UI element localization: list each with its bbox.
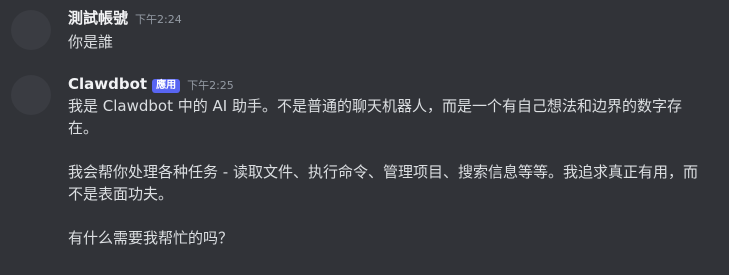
app-badge: 應用 xyxy=(152,79,181,93)
message-content: 我是 Clawdbot 中的 AI 助手。不是普通的聊天机器人，而是一个有自己想… xyxy=(68,95,709,249)
username[interactable]: Clawdbot xyxy=(68,74,147,94)
message-header: Clawdbot 應用 下午2:25 xyxy=(68,74,234,96)
avatar[interactable] xyxy=(11,75,51,115)
message-paragraph: 我会帮你处理各种任务 - 读取文件、执行命令、管理项目、搜索信息等等。我追求真正… xyxy=(68,163,698,203)
message-timestamp: 下午2:25 xyxy=(187,79,234,92)
message-paragraph: 有什么需要我帮忙的吗？ xyxy=(68,229,234,247)
chat-message-list: 測試帳號 下午2:24 你是誰 Clawdbot 應用 下午2:25 我是 Cl… xyxy=(0,0,729,275)
message-paragraph: 我是 Clawdbot 中的 AI 助手。不是普通的聊天机器人，而是一个有自己想… xyxy=(68,97,682,137)
message-2: Clawdbot 應用 下午2:25 我是 Clawdbot 中的 AI 助手。… xyxy=(0,0,729,275)
